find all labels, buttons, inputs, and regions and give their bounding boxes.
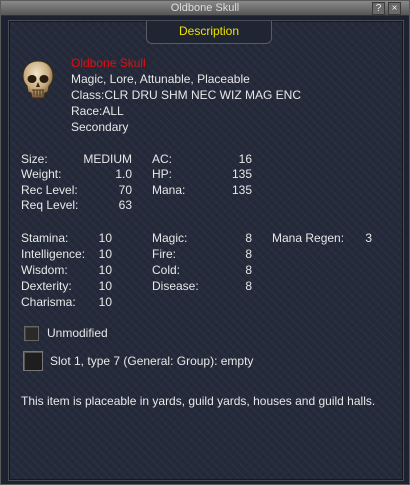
close-button[interactable]: × (388, 2, 401, 15)
stat-label: AC: (152, 152, 173, 166)
attr-value: 10 (98, 279, 112, 293)
attr-label: Wisdom: (21, 263, 68, 277)
mana-regen-value: 3 (365, 231, 372, 245)
resist-value: 8 (245, 247, 252, 261)
stat-value: 135 (231, 183, 252, 197)
help-button[interactable]: ? (372, 2, 385, 15)
attr-label: Dexterity: (21, 279, 72, 293)
resist-value: 8 (245, 231, 252, 245)
stat-label: HP: (152, 167, 173, 181)
item-description: This item is placeable in yards, guild y… (21, 394, 376, 408)
stat-label: Req Level: (21, 198, 79, 212)
stat-value: 63 (118, 198, 132, 212)
resist-label: Cold: (152, 263, 181, 277)
stat-value: 1.0 (115, 167, 132, 181)
attr-value: 10 (98, 247, 112, 261)
resist-label: Disease: (152, 279, 199, 293)
stat-label: Size: (21, 152, 48, 166)
resist-label: Fire: (152, 247, 176, 261)
stat-label: Weight: (21, 167, 62, 181)
unmodified-label: Unmodified (47, 326, 108, 340)
stat-value: 135 (231, 167, 252, 181)
stat-value: MEDIUM (83, 152, 132, 166)
resist-label: Magic: (152, 231, 188, 245)
stat-value: 16 (238, 152, 252, 166)
item-window: Oldbone Skull ? × Description Oldbone Sk… (0, 0, 410, 485)
skull-icon[interactable] (21, 59, 55, 101)
attr-value: 10 (98, 231, 112, 245)
stat-label: Rec Level: (21, 183, 78, 197)
item-classes: Class:CLR DRU SHM NEC WIZ MAG ENC (71, 88, 302, 102)
item-race: Race:ALL (71, 104, 124, 118)
mana-regen-label: Mana Regen: (272, 231, 345, 245)
augment-slot-label: Slot 1, type 7 (General: Group): empty (50, 354, 254, 368)
item-flags: Magic, Lore, Attunable, Placeable (71, 72, 250, 86)
item-slot: Secondary (71, 120, 129, 134)
resist-value: 8 (245, 279, 252, 293)
attr-value: 10 (98, 263, 112, 277)
stat-value: 70 (118, 183, 132, 197)
unmodified-checkbox[interactable] (24, 326, 39, 341)
resist-value: 8 (245, 263, 252, 277)
stat-label: Mana: (152, 183, 186, 197)
attr-label: Charisma: (21, 295, 76, 309)
augment-slot-icon[interactable] (23, 351, 43, 371)
attr-value: 10 (98, 295, 112, 309)
tab-description[interactable]: Description (146, 21, 272, 44)
window-title: Oldbone Skull (170, 2, 240, 14)
item-name: Oldbone Skull (71, 56, 146, 70)
attr-label: Stamina: (21, 231, 69, 245)
title-bar[interactable]: Oldbone Skull ? × (1, 1, 409, 16)
attr-label: Intelligence: (21, 247, 86, 261)
